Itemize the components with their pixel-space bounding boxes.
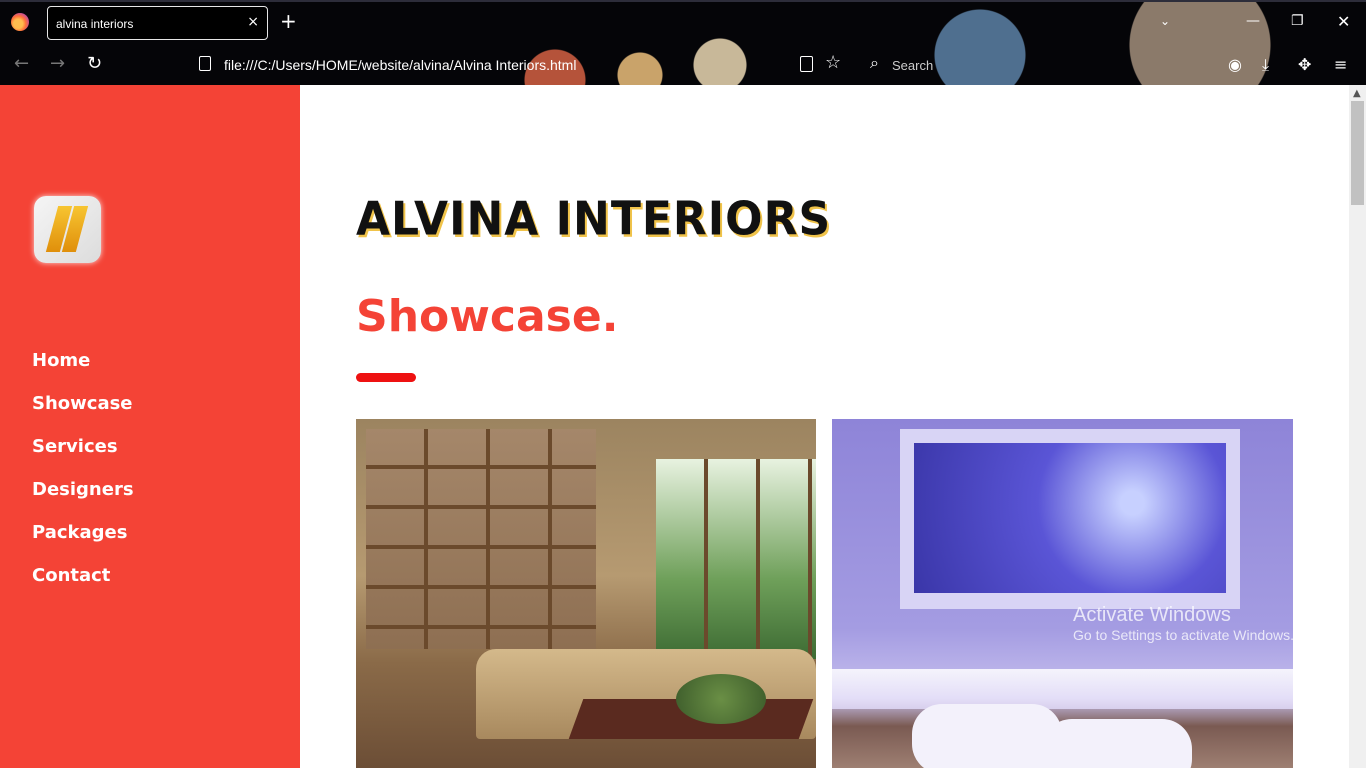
reload-button[interactable]: ↻ xyxy=(87,54,102,74)
bookmark-star-icon[interactable]: ☆ xyxy=(825,52,841,73)
forward-button[interactable]: → xyxy=(50,54,65,74)
sidebar-item-packages[interactable]: Packages xyxy=(32,519,134,562)
wall-frame-graphic xyxy=(900,429,1240,609)
showcase-image-bedroom[interactable] xyxy=(832,419,1293,768)
back-button[interactable]: ← xyxy=(14,54,29,74)
main-content: ALVINA INTERIORS Showcase. xyxy=(300,85,1349,768)
browser-chrome: alvina interiors × + ⌄ — ❐ ✕ ← → ↻ file:… xyxy=(0,0,1366,85)
tab-alvina-interiors[interactable]: alvina interiors × xyxy=(47,6,268,40)
download-icon[interactable]: ⤓ xyxy=(1262,55,1269,75)
tab-close-icon[interactable]: × xyxy=(247,14,259,30)
tab-bar: alvina interiors × + ⌄ — ❐ ✕ xyxy=(0,2,1366,42)
sidebar-item-contact[interactable]: Contact xyxy=(32,562,134,605)
extensions-icon[interactable]: ✥ xyxy=(1298,55,1311,74)
sidebar-item-designers[interactable]: Designers xyxy=(32,476,134,519)
title-underline xyxy=(356,373,416,382)
maximize-button[interactable]: ❐ xyxy=(1291,13,1304,29)
sidebar-nav: Home Showcase Services Designers Package… xyxy=(32,347,134,605)
sidebar-item-showcase[interactable]: Showcase xyxy=(32,390,134,433)
pillow-graphic xyxy=(1042,719,1192,768)
search-input[interactable]: Search xyxy=(892,58,933,73)
brand-title: ALVINA INTERIORS xyxy=(356,192,832,247)
tab-title: alvina interiors xyxy=(56,17,134,31)
nav-toolbar: ← → ↻ file:///C:/Users/HOME/website/alvi… xyxy=(0,44,1366,85)
watermark-subtitle: Go to Settings to activate Windows. xyxy=(1073,627,1294,643)
url-bar[interactable]: file:///C:/Users/HOME/website/alvina/Alv… xyxy=(224,57,576,73)
search-icon: ⌕ xyxy=(870,53,879,72)
pillow-graphic xyxy=(912,704,1062,768)
list-all-tabs-icon[interactable]: ⌄ xyxy=(1160,14,1170,28)
bookshelf-graphic xyxy=(366,429,596,649)
page-scrollbar[interactable]: ▲ xyxy=(1349,85,1366,768)
showcase-image-living-room[interactable] xyxy=(356,419,816,768)
firefox-logo-icon[interactable] xyxy=(11,13,29,31)
sidebar: Home Showcase Services Designers Package… xyxy=(0,85,300,768)
plant-graphic xyxy=(676,674,766,724)
close-window-button[interactable]: ✕ xyxy=(1337,12,1350,31)
sidebar-item-services[interactable]: Services xyxy=(32,433,134,476)
activate-windows-watermark: Activate Windows Go to Settings to activ… xyxy=(1073,604,1294,643)
site-logo-icon[interactable] xyxy=(34,196,101,263)
sidebar-item-home[interactable]: Home xyxy=(32,347,134,390)
minimize-button[interactable]: — xyxy=(1246,13,1260,29)
window-graphic xyxy=(656,459,816,659)
page-viewport: Home Showcase Services Designers Package… xyxy=(0,85,1366,768)
section-title: Showcase. xyxy=(356,291,619,342)
menu-icon[interactable]: ≡ xyxy=(1334,55,1347,74)
reader-view-icon[interactable] xyxy=(800,56,813,72)
account-icon[interactable]: ◉ xyxy=(1228,55,1242,74)
headboard-glow-graphic xyxy=(832,669,1293,709)
watermark-title: Activate Windows xyxy=(1073,604,1231,626)
scroll-thumb[interactable] xyxy=(1351,101,1364,205)
scroll-up-arrow-icon[interactable]: ▲ xyxy=(1353,88,1361,99)
frame-artwork-graphic xyxy=(914,443,1226,593)
new-tab-button[interactable]: + xyxy=(280,11,297,31)
page-info-icon[interactable] xyxy=(199,56,211,71)
